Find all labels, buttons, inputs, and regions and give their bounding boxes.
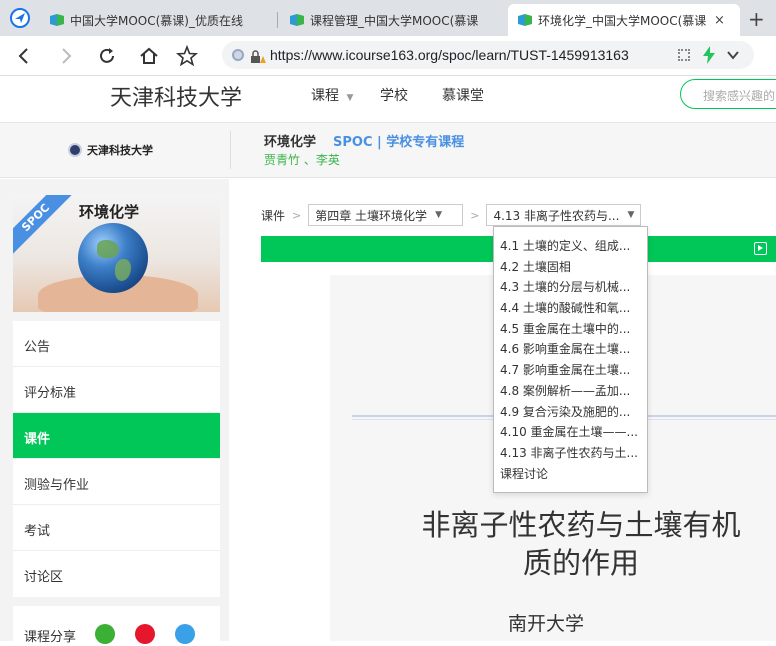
reload-icon — [100, 48, 114, 63]
arrow-right-icon — [62, 48, 72, 64]
nav-courses[interactable]: 课程 ▼ — [311, 85, 353, 105]
breadcrumb: 课件 > 第四章 土壤环境化学 ▼ > 4.13 非离子性农药与... ▼ — [261, 204, 642, 226]
dropdown-item[interactable]: 4.3 土壤的分层与机械... — [494, 277, 647, 298]
chevron-right-icon: > — [470, 208, 480, 222]
chevron-right-icon: > — [292, 208, 302, 222]
menu-item-quizzes[interactable]: 测验与作业 — [13, 459, 220, 505]
browser-profile-icon[interactable] — [10, 8, 30, 28]
mooc-favicon-icon — [290, 14, 304, 26]
caret-down-icon: ▼ — [346, 93, 354, 103]
browser-tab-3-active[interactable]: 环境化学_中国大学MOOC(慕课 × — [508, 4, 740, 36]
section-dropdown-menu: 4.1 土壤的定义、组成... 4.2 土壤固相 4.3 土壤的分层与机械...… — [493, 226, 648, 493]
dropdown-item[interactable]: 4.10 重金属在土壤——... — [494, 422, 647, 443]
search-input[interactable]: 搜索感兴趣的 — [680, 79, 776, 109]
tab-separator — [277, 12, 278, 28]
nav-courses-label: 课程 — [311, 88, 339, 104]
mooc-favicon-icon — [50, 14, 64, 26]
url-text: https://www.icourse163.org/spoc/learn/TU… — [270, 47, 629, 63]
course-share: 课程分享 — [13, 606, 220, 646]
dropdown-item[interactable]: 4.7 影响重金属在土壤... — [494, 360, 647, 381]
browser-tab-1[interactable]: 中国大学MOOC(慕课)_优质在线 — [40, 4, 245, 36]
forward-button[interactable] — [56, 46, 76, 66]
course-cover-card: SPOC 环境化学 — [13, 195, 220, 312]
university-logo-text: 天津科技大学 — [87, 144, 153, 157]
arrow-left-icon — [18, 48, 28, 64]
university-seal-icon — [68, 143, 82, 157]
dropdown-item[interactable]: 4.8 案例解析——孟加... — [494, 381, 647, 402]
course-header-band: 天津科技大学 环境化学 SPOC | 学校专有课程 贾青竹 、李英 — [0, 122, 776, 178]
nav-moocclass[interactable]: 慕课堂 — [442, 85, 484, 105]
tab-label: 环境化学_中国大学MOOC(慕课 — [538, 13, 706, 28]
browser-tab-bar: 中国大学MOOC(慕课)_优质在线 课程管理_中国大学MOOC(慕课 环境化学_… — [0, 0, 776, 36]
slide-title-line: 非离子性农药与土壤有机 — [421, 508, 741, 542]
site-info-icon[interactable] — [232, 49, 244, 61]
dropdown-item[interactable]: 4.5 重金属在土壤中的... — [494, 319, 647, 340]
section-select-value: 4.13 非离子性农药与... — [493, 208, 620, 223]
course-menu: 公告 评分标准 课件 测验与作业 考试 讨论区 — [13, 321, 220, 597]
weibo-icon[interactable] — [135, 624, 155, 644]
dropdown-item-selected[interactable]: 4.13 非离子性农药与土... — [494, 443, 647, 464]
dropdown-item[interactable]: 4.1 土壤的定义、组成... — [494, 236, 647, 257]
menu-item-grading[interactable]: 评分标准 — [13, 367, 220, 413]
back-button[interactable] — [14, 46, 34, 66]
earth-globe-icon — [78, 223, 148, 293]
dropdown-item[interactable]: 4.6 影响重金属在土壤... — [494, 339, 647, 360]
video-play-icon[interactable] — [754, 242, 767, 255]
qq-icon[interactable] — [175, 624, 195, 644]
home-icon — [140, 47, 158, 64]
course-name: 环境化学 — [264, 135, 317, 150]
slide-subtitle: 南开大学 — [508, 613, 585, 635]
slide-title: 非离子性农药与土壤有机 质的作用 — [376, 506, 776, 582]
menu-item-announcements[interactable]: 公告 — [13, 321, 220, 367]
menu-item-courseware[interactable]: 课件 — [13, 413, 220, 459]
dropdown-item[interactable]: 4.9 复合污染及施肥的... — [494, 402, 647, 423]
school-title[interactable]: 天津科技大学 — [110, 80, 242, 112]
spoc-label: SPOC | 学校专有课程 — [333, 135, 465, 150]
tab-close-icon[interactable]: × — [714, 13, 725, 28]
lock-warning-icon — [250, 49, 266, 63]
menu-item-discussion[interactable]: 讨论区 — [13, 551, 220, 597]
browser-tab-2[interactable]: 课程管理_中国大学MOOC(慕课 — [280, 4, 483, 36]
nav-school[interactable]: 学校 — [380, 85, 408, 105]
earth-land — [97, 240, 119, 258]
bookmark-button[interactable] — [176, 45, 198, 67]
caret-down-icon: ▼ — [627, 210, 635, 220]
dropdown-item[interactable]: 课程讨论 — [494, 464, 647, 485]
new-tab-button[interactable]: + — [748, 7, 765, 31]
caret-down-icon: ▼ — [435, 210, 442, 220]
qr-code-icon[interactable] — [678, 49, 690, 61]
slide-title-line: 质的作用 — [522, 546, 639, 580]
mooc-favicon-icon — [518, 14, 532, 26]
address-bar[interactable]: https://www.icourse163.org/spoc/learn/TU… — [222, 41, 754, 69]
menu-item-exams[interactable]: 考试 — [13, 505, 220, 551]
divider — [230, 131, 231, 169]
section-select[interactable]: 4.13 非离子性农药与... ▼ — [486, 204, 642, 226]
share-label: 课程分享 — [24, 630, 77, 645]
teacher-names[interactable]: 贾青竹 、李英 — [264, 151, 340, 168]
course-cover-title: 环境化学 — [79, 203, 140, 221]
chevron-down-icon[interactable] — [726, 47, 740, 66]
browser-toolbar: https://www.icourse163.org/spoc/learn/TU… — [0, 36, 776, 76]
star-icon — [176, 45, 198, 67]
lightning-icon[interactable] — [702, 46, 716, 68]
chapter-select[interactable]: 第四章 土壤环境化学 ▼ — [308, 204, 464, 226]
home-button[interactable] — [138, 46, 160, 66]
breadcrumb-root[interactable]: 课件 — [261, 207, 285, 224]
site-header: 天津科技大学 课程 ▼ 学校 慕课堂 搜索感兴趣的 — [0, 76, 776, 120]
tab-label: 中国大学MOOC(慕课)_优质在线 — [70, 13, 243, 28]
tab-label: 课程管理_中国大学MOOC(慕课 — [310, 13, 479, 28]
dropdown-item[interactable]: 4.4 土壤的酸碱性和氧... — [494, 298, 647, 319]
wechat-icon[interactable] — [95, 624, 115, 644]
reload-button[interactable] — [97, 46, 117, 66]
university-logo[interactable]: 天津科技大学 — [68, 142, 153, 158]
chapter-select-value: 第四章 土壤环境化学 — [315, 208, 428, 223]
dropdown-item[interactable]: 4.2 土壤固相 — [494, 257, 647, 278]
